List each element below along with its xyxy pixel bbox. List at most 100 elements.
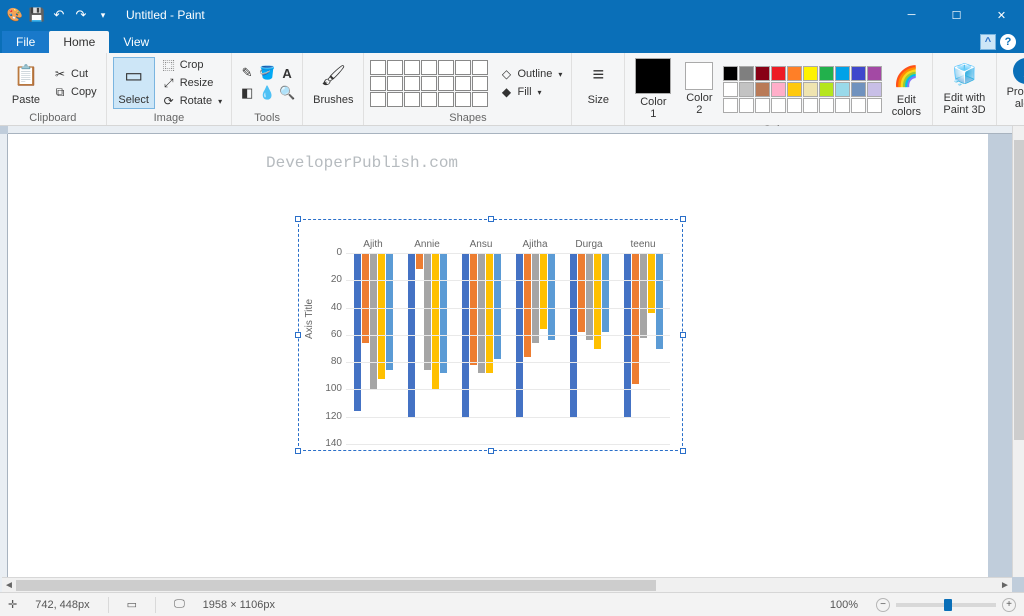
tab-home[interactable]: Home — [49, 31, 109, 53]
cut-button[interactable]: ✂Cut — [50, 66, 100, 82]
selection-handle[interactable] — [488, 216, 494, 222]
scroll-left-icon[interactable]: ◄ — [2, 578, 16, 592]
minimize-ribbon-icon[interactable]: ^ — [980, 34, 996, 50]
palette-color[interactable] — [867, 82, 882, 97]
shape-option[interactable] — [387, 92, 403, 107]
zoom-in-button[interactable]: + — [1002, 598, 1016, 612]
selection-handle[interactable] — [295, 216, 301, 222]
palette-color[interactable] — [835, 82, 850, 97]
shape-option[interactable] — [455, 76, 471, 91]
shape-option[interactable] — [438, 76, 454, 91]
shape-option[interactable] — [472, 92, 488, 107]
horizontal-scrollbar[interactable]: ◄ ► — [2, 577, 1012, 592]
shape-option[interactable] — [370, 76, 386, 91]
shape-option[interactable] — [404, 92, 420, 107]
palette-color[interactable] — [851, 66, 866, 81]
palette-color[interactable] — [803, 98, 818, 113]
magnifier-tool[interactable]: 🔍 — [278, 84, 296, 102]
palette-color[interactable] — [739, 82, 754, 97]
eraser-tool[interactable]: ◧ — [238, 84, 256, 102]
shape-option[interactable] — [472, 60, 488, 75]
hscroll-thumb[interactable] — [16, 580, 656, 591]
palette-row-1[interactable] — [723, 66, 882, 81]
resize-button[interactable]: ⤢Resize — [159, 75, 225, 91]
vertical-scrollbar[interactable] — [1012, 126, 1024, 577]
palette-color[interactable] — [771, 66, 786, 81]
selection-handle[interactable] — [295, 448, 301, 454]
palette-color[interactable] — [787, 82, 802, 97]
edit-colors-button[interactable]: 🌈 Edit colors — [886, 58, 926, 120]
palette-color[interactable] — [787, 66, 802, 81]
color1-button[interactable]: Color 1 — [631, 56, 675, 122]
palette-color[interactable] — [819, 82, 834, 97]
palette-color[interactable] — [819, 98, 834, 113]
paste-button[interactable]: 📋 Paste — [6, 58, 46, 108]
palette-color[interactable] — [835, 66, 850, 81]
selection-handle[interactable] — [488, 448, 494, 454]
shape-option[interactable] — [370, 60, 386, 75]
outline-button[interactable]: ◇Outline▾ — [496, 66, 565, 82]
palette-color[interactable] — [771, 98, 786, 113]
shape-option[interactable] — [370, 92, 386, 107]
product-alert-button[interactable]: i Product alert — [1003, 56, 1024, 112]
pencil-tool[interactable]: ✎ — [238, 64, 256, 82]
shape-option[interactable] — [421, 92, 437, 107]
palette-color[interactable] — [723, 98, 738, 113]
palette-color[interactable] — [851, 98, 866, 113]
close-button[interactable]: ✕ — [979, 0, 1024, 30]
palette-row-2[interactable] — [723, 82, 882, 97]
size-button[interactable]: ≡ Size — [578, 58, 618, 108]
selection-handle[interactable] — [295, 332, 301, 338]
brushes-button[interactable]: 🖌 Brushes — [309, 58, 357, 108]
palette-color[interactable] — [771, 82, 786, 97]
canvas[interactable]: DeveloperPublish.com Axis Title 02040608… — [8, 134, 988, 584]
palette-color[interactable] — [755, 82, 770, 97]
zoom-out-button[interactable]: − — [876, 598, 890, 612]
text-tool[interactable]: A — [278, 64, 296, 82]
undo-icon[interactable]: ↶ — [50, 6, 68, 24]
shape-option[interactable] — [438, 92, 454, 107]
fill-tool[interactable]: 🪣 — [258, 64, 276, 82]
selection-handle[interactable] — [680, 332, 686, 338]
redo-icon[interactable]: ↷ — [72, 6, 90, 24]
select-button[interactable]: ▭ Select — [113, 57, 155, 109]
crop-button[interactable]: ⿴Crop — [159, 57, 225, 73]
copy-button[interactable]: ⧉Copy — [50, 84, 100, 100]
palette-color[interactable] — [739, 98, 754, 113]
shape-option[interactable] — [421, 60, 437, 75]
shape-option[interactable] — [438, 60, 454, 75]
palette-color[interactable] — [723, 66, 738, 81]
help-icon[interactable]: ? — [1000, 34, 1016, 50]
palette-color[interactable] — [803, 82, 818, 97]
save-icon[interactable]: 💾 — [28, 6, 46, 24]
palette-color[interactable] — [787, 98, 802, 113]
fill-button[interactable]: ◆Fill▾ — [496, 84, 565, 100]
tab-file[interactable]: File — [2, 31, 49, 53]
minimize-button[interactable]: ─ — [889, 0, 934, 30]
palette-color[interactable] — [867, 98, 882, 113]
selection-handle[interactable] — [680, 216, 686, 222]
shape-option[interactable] — [387, 60, 403, 75]
color2-button[interactable]: Color 2 — [679, 60, 719, 118]
palette-color[interactable] — [755, 66, 770, 81]
qat-more-icon[interactable]: ▾ — [94, 6, 112, 24]
rotate-button[interactable]: ⟳Rotate▾ — [159, 93, 225, 109]
palette-row-3[interactable] — [723, 98, 882, 113]
maximize-button[interactable]: ☐ — [934, 0, 979, 30]
tab-view[interactable]: View — [109, 31, 163, 53]
palette-color[interactable] — [867, 66, 882, 81]
palette-color[interactable] — [835, 98, 850, 113]
vscroll-thumb[interactable] — [1014, 140, 1024, 440]
palette-color[interactable] — [851, 82, 866, 97]
shape-option[interactable] — [472, 76, 488, 91]
palette-color[interactable] — [739, 66, 754, 81]
shapes-gallery[interactable] — [370, 60, 488, 107]
shape-option[interactable] — [404, 76, 420, 91]
shape-option[interactable] — [387, 76, 403, 91]
palette-color[interactable] — [819, 66, 834, 81]
palette-color[interactable] — [723, 82, 738, 97]
paint3d-button[interactable]: 🧊 Edit with Paint 3D — [939, 56, 989, 118]
shape-option[interactable] — [455, 92, 471, 107]
selection-handle[interactable] — [680, 448, 686, 454]
zoom-slider[interactable] — [896, 603, 996, 607]
